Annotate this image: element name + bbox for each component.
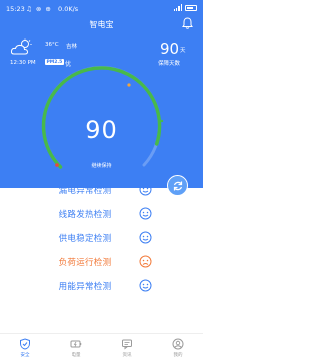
check-item-leakage[interactable]: 漏电异常检测 — [0, 179, 203, 201]
tab-news[interactable]: 资讯 — [102, 334, 152, 360]
safety-score: 90 — [85, 116, 118, 144]
dashboard-header-panel: 15:23 ♫ ⊗ ⊕ 0.0K/s 智电宝 36°C 吉林 12:30 PM … — [0, 0, 203, 188]
check-item-load[interactable]: 负荷运行检测 — [0, 251, 203, 273]
tab-power[interactable]: 电量 — [51, 334, 101, 360]
tab-profile[interactable]: 我的 — [153, 334, 203, 360]
message-icon — [122, 339, 132, 350]
safety-score-gauge — [41, 66, 164, 169]
tab-label: 我的 — [173, 353, 183, 358]
tab-label: 资讯 — [122, 353, 132, 358]
battery-icon — [70, 340, 82, 348]
bottom-tab-bar: 安全 电量 资讯 我的 — [0, 333, 203, 360]
smiley-icon — [139, 231, 152, 244]
smiley-icon — [139, 207, 152, 220]
person-icon — [172, 338, 184, 350]
tab-safety[interactable]: 安全 — [0, 334, 50, 360]
gauge-marker-orange — [127, 83, 131, 87]
shield-icon — [20, 338, 30, 350]
tab-label: 电量 — [71, 353, 81, 358]
check-item-heating[interactable]: 线路发热检测 — [0, 203, 203, 225]
check-item-energy[interactable]: 用能异常检测 — [0, 275, 203, 297]
tab-label: 安全 — [20, 353, 30, 358]
smiley-icon — [139, 279, 152, 292]
check-item-supply[interactable]: 供电稳定检测 — [0, 227, 203, 249]
smiley-icon — [139, 183, 152, 196]
score-status: 继续保持 — [91, 163, 112, 169]
frown-icon — [139, 255, 152, 268]
